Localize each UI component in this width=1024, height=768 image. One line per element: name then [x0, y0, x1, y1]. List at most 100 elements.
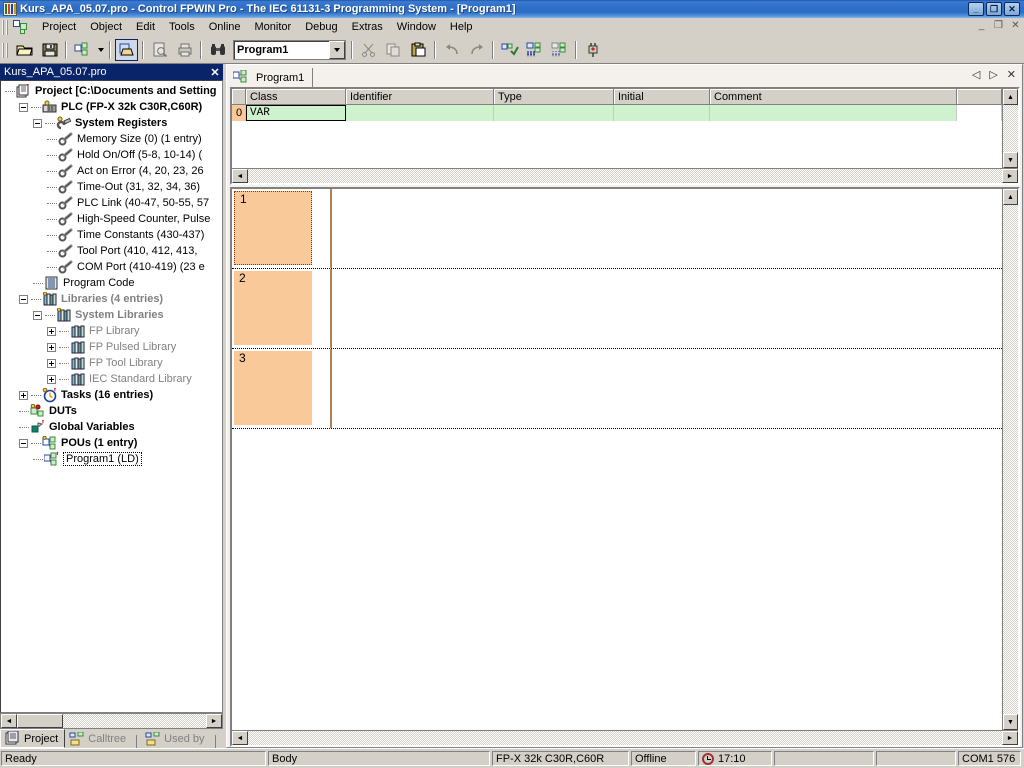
- tree-item[interactable]: Hold On/Off (5-8, 10-14) (: [1, 147, 222, 163]
- ladder-vscrollbar[interactable]: ▲ ▼: [1002, 189, 1018, 730]
- pou-selector-combo[interactable]: Program1: [233, 40, 346, 60]
- vartable-scroll-down-button[interactable]: ▼: [1003, 152, 1018, 168]
- download-dropdown-arrow[interactable]: [95, 39, 106, 61]
- menu-item-project[interactable]: Project: [35, 19, 83, 35]
- tree-item[interactable]: Memory Size (0) (1 entry): [1, 131, 222, 147]
- upload-from-plc-button[interactable]: [548, 39, 571, 61]
- ladder-scroll-down-button[interactable]: ▼: [1003, 714, 1018, 730]
- variable-table-empty-area[interactable]: [232, 121, 1002, 168]
- variable-table-column-header[interactable]: [957, 89, 1002, 105]
- vartable-scroll-left-button[interactable]: ◄: [232, 169, 248, 183]
- tree-item[interactable]: Program Code: [1, 275, 222, 291]
- download-config-button[interactable]: [71, 39, 94, 61]
- tree-item[interactable]: Global Variables: [1, 419, 222, 435]
- redo-button[interactable]: [465, 39, 488, 61]
- tree-item[interactable]: POUs (1 entry): [1, 435, 222, 451]
- tree-item[interactable]: Time Constants (430-437): [1, 227, 222, 243]
- comment-cell[interactable]: [710, 105, 957, 121]
- class-cell[interactable]: VAR: [246, 105, 346, 121]
- ladder-vscroll-track[interactable]: [1003, 205, 1018, 714]
- online-offline-button[interactable]: [581, 39, 604, 61]
- tree-item[interactable]: PLC Link (40-47, 50-55, 57: [1, 195, 222, 211]
- tree-expand-icon[interactable]: [47, 358, 56, 368]
- tree-item[interactable]: Project [C:\Documents and Setting: [1, 83, 222, 99]
- cut-button[interactable]: [357, 39, 380, 61]
- tab-close-icon[interactable]: ✕: [1007, 68, 1016, 81]
- menu-item-help[interactable]: Help: [443, 19, 480, 35]
- tree-hscroll-thumb[interactable]: [17, 714, 63, 728]
- tree-item[interactable]: PLC (FP-X 32k C30R,C60R): [1, 99, 222, 115]
- tree-item[interactable]: Program1 (LD): [1, 451, 222, 467]
- ladder-scroll-left-button[interactable]: ◄: [232, 731, 248, 745]
- mdi-minimize-button[interactable]: _: [976, 20, 987, 31]
- menu-item-object[interactable]: Object: [83, 19, 129, 35]
- tab-next-icon[interactable]: ▷: [989, 68, 997, 81]
- tree-expand-icon[interactable]: [47, 374, 56, 384]
- variable-table-column-header[interactable]: Type: [494, 89, 614, 105]
- tree-item[interactable]: FP Pulsed Library: [1, 339, 222, 355]
- mdi-restore-button[interactable]: ❐: [993, 20, 1004, 31]
- tree-item[interactable]: System Registers: [1, 115, 222, 131]
- extra-cell[interactable]: [957, 105, 1002, 121]
- menu-item-extras[interactable]: Extras: [345, 19, 390, 35]
- pou-selector-arrow[interactable]: [329, 41, 345, 59]
- tree-item[interactable]: High-Speed Counter, Pulse: [1, 211, 222, 227]
- rung-number[interactable]: 1: [234, 191, 312, 265]
- rung-number[interactable]: 2: [234, 271, 312, 345]
- project-tree-hscrollbar[interactable]: ◄ ►: [0, 713, 223, 729]
- variable-table-row[interactable]: 0 VAR: [232, 105, 1002, 121]
- tree-collapse-icon[interactable]: [33, 118, 42, 128]
- tree-item[interactable]: Libraries (4 entries): [1, 291, 222, 307]
- menu-item-window[interactable]: Window: [390, 19, 443, 35]
- row-number-cell[interactable]: 0: [232, 105, 246, 121]
- toolbar-drag-grip[interactable]: [2, 42, 10, 58]
- tree-item[interactable]: Tasks (16 entries): [1, 387, 222, 403]
- tree-item[interactable]: COM Port (410-419) (23 e: [1, 259, 222, 275]
- tree-expand-icon[interactable]: [47, 326, 56, 336]
- ladder-scroll-right-button[interactable]: ►: [1002, 731, 1018, 745]
- tree-scroll-right-button[interactable]: ►: [206, 714, 222, 728]
- variable-table-column-header[interactable]: [232, 89, 246, 105]
- tree-scroll-left-button[interactable]: ◄: [1, 714, 17, 728]
- menu-drag-grip[interactable]: [2, 19, 10, 35]
- editor-tab-program1[interactable]: Program1: [227, 68, 314, 87]
- menu-item-edit[interactable]: Edit: [129, 19, 162, 35]
- tree-item[interactable]: Act on Error (4, 20, 23, 26: [1, 163, 222, 179]
- ladder-hscroll-track[interactable]: [248, 731, 1002, 745]
- tab-prev-icon[interactable]: ◁: [972, 68, 980, 81]
- tree-collapse-icon[interactable]: [19, 438, 28, 448]
- tree-expand-icon[interactable]: [19, 390, 28, 400]
- tree-item[interactable]: FP Tool Library: [1, 355, 222, 371]
- close-button[interactable]: ✕: [1004, 2, 1020, 16]
- vartable-scroll-right-button[interactable]: ►: [1002, 169, 1018, 183]
- vartable-vscroll-track[interactable]: [1003, 105, 1018, 152]
- menu-item-online[interactable]: Online: [202, 19, 248, 35]
- variable-table-column-header[interactable]: Comment: [710, 89, 957, 105]
- project-tree[interactable]: Project [C:\Documents and Setting PLC (FP…: [0, 80, 223, 713]
- menu-item-monitor[interactable]: Monitor: [248, 19, 299, 35]
- variable-table-rows[interactable]: 0 VAR: [232, 105, 1002, 121]
- variable-table-grid[interactable]: Class Identifier Type Initial Comment 0 VAR: [232, 89, 1002, 168]
- tree-hscroll-track[interactable]: [63, 714, 206, 728]
- tree-collapse-icon[interactable]: [19, 102, 28, 112]
- ladder-scroll-up-button[interactable]: ▲: [1003, 189, 1018, 205]
- variable-table-vscrollbar[interactable]: ▲ ▼: [1002, 89, 1018, 168]
- tree-item[interactable]: FP Library: [1, 323, 222, 339]
- paste-button[interactable]: [407, 39, 430, 61]
- open-button[interactable]: [13, 39, 36, 61]
- menu-item-debug[interactable]: Debug: [298, 19, 344, 35]
- type-cell[interactable]: [494, 105, 614, 121]
- initial-cell[interactable]: [614, 105, 710, 121]
- vartable-hscroll-track[interactable]: [248, 169, 1002, 183]
- variable-table-hscrollbar[interactable]: ◄ ►: [232, 168, 1018, 183]
- variable-table-column-header[interactable]: Initial: [614, 89, 710, 105]
- vartable-scroll-up-button[interactable]: ▲: [1003, 89, 1018, 105]
- compile-button[interactable]: [498, 39, 521, 61]
- menu-item-tools[interactable]: Tools: [162, 19, 202, 35]
- open-pou-button[interactable]: [115, 39, 138, 61]
- variable-table-column-header[interactable]: Class: [246, 89, 346, 105]
- tab-project[interactable]: Project: [0, 729, 66, 748]
- minimize-button[interactable]: _: [968, 2, 984, 16]
- print-preview-button[interactable]: [148, 39, 171, 61]
- variable-table-column-header[interactable]: Identifier: [346, 89, 494, 105]
